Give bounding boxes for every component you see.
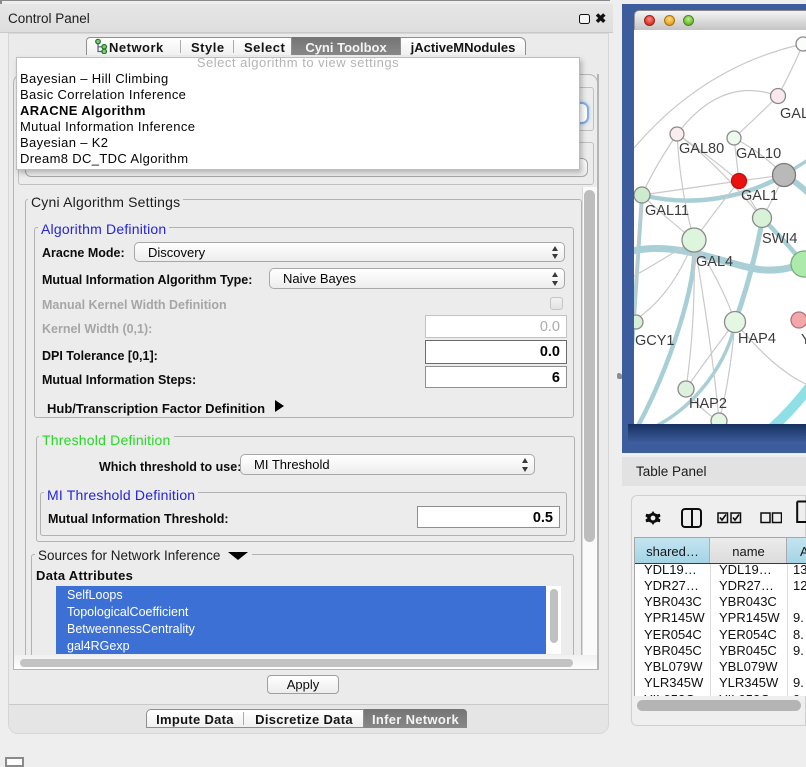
svg-text:GCY1: GCY1 [635, 333, 675, 349]
svg-text:Y: Y [801, 332, 806, 348]
svg-text:HAP2: HAP2 [689, 396, 727, 412]
svg-text:GAL80: GAL80 [679, 141, 724, 157]
svg-text:HAP4: HAP4 [738, 331, 776, 347]
svg-text:GAL7: GAL7 [780, 106, 806, 122]
svg-text:GAL1: GAL1 [741, 188, 778, 204]
svg-text:GAL11: GAL11 [645, 203, 689, 219]
svg-text:GAL4: GAL4 [696, 254, 733, 270]
svg-text:SWI4: SWI4 [762, 231, 797, 247]
svg-text:GAL10: GAL10 [736, 146, 781, 162]
